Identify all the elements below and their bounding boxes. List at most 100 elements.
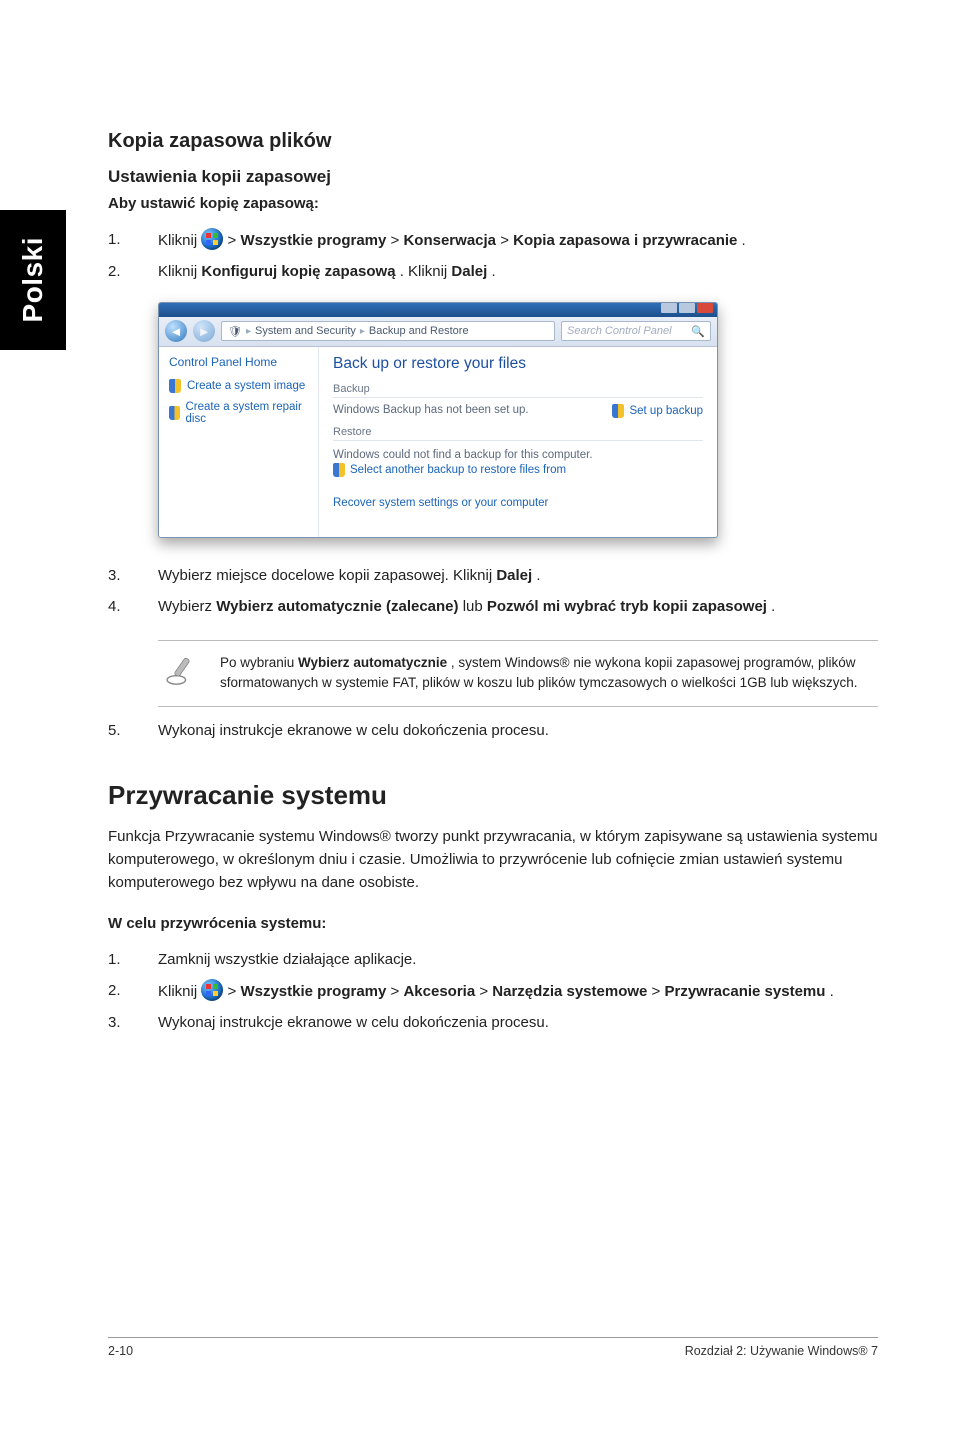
bold: Wszystkie programy: [240, 983, 386, 1000]
breadcrumb-item: Backup and Restore: [369, 325, 469, 337]
step-number: 2.: [108, 979, 158, 1003]
page-footer: 2-10 Rozdział 2: Używanie Windows® 7: [108, 1337, 878, 1358]
step-number: 1.: [108, 228, 158, 252]
heading-backup-settings: Ustawienia kopii zapasowej: [108, 167, 878, 187]
link-label: Create a system repair disc: [186, 401, 309, 425]
select-another-backup-link[interactable]: Select another backup to restore files f…: [333, 463, 703, 477]
group-label-backup: Backup: [333, 383, 703, 395]
text: Kliknij: [158, 983, 201, 1000]
sidebar-link-create-repair-disc[interactable]: Create a system repair disc: [169, 401, 308, 425]
backup-group: Windows Backup has not been set up. Set …: [333, 397, 703, 420]
breadcrumb[interactable]: 🛡 ▸ System and Security ▸ Backup and Res…: [221, 321, 555, 341]
language-label: Polski: [17, 237, 49, 322]
start-orb-icon: [201, 228, 223, 250]
text: >: [391, 232, 404, 249]
step-body: Wybierz Wybierz automatycznie (zalecane)…: [158, 595, 878, 618]
step-number: 4.: [108, 595, 158, 618]
shield-icon: [169, 379, 181, 393]
bold: Kopia zapasowa i przywracanie: [513, 232, 737, 249]
text: lub: [463, 598, 487, 615]
text: .: [830, 983, 834, 1000]
step-number: 3.: [108, 1011, 158, 1034]
steps-restore: 1. Zamknij wszystkie działające aplikacj…: [108, 948, 878, 1035]
window-sidebar: Control Panel Home Create a system image…: [159, 347, 319, 537]
search-input[interactable]: Search Control Panel 🔍: [561, 321, 711, 341]
main-title: Back up or restore your files: [333, 355, 703, 373]
note-text: Po wybraniu Wybierz automatycznie , syst…: [220, 653, 874, 694]
lead-set-backup: Aby ustawić kopię zapasową:: [108, 195, 878, 212]
step-body: Kliknij Konfiguruj kopię zapasową . Klik…: [158, 260, 878, 283]
maximize-button[interactable]: [679, 303, 695, 313]
shield-icon: [612, 404, 624, 418]
steps-set-backup-end: 5. Wykonaj instrukcje ekranowe w celu do…: [108, 719, 878, 742]
step-body: Wybierz miejsce docelowe kopii zapasowej…: [158, 564, 878, 587]
group-label-restore: Restore: [333, 426, 703, 438]
chevron-right-icon: ▸: [246, 326, 251, 337]
window-main: Back up or restore your files Backup Win…: [319, 347, 717, 537]
text: >: [652, 983, 665, 1000]
minimize-button[interactable]: [661, 303, 677, 313]
bold: Przywracanie systemu: [664, 983, 825, 1000]
link-label: Set up backup: [629, 405, 703, 417]
backup-status-text: Windows Backup has not been set up.: [333, 404, 529, 416]
chevron-right-icon: ▸: [360, 326, 365, 337]
window-address-bar: ◄ ► 🛡 ▸ System and Security ▸ Backup and…: [159, 317, 717, 347]
shield-icon: [169, 406, 180, 420]
bold: Dalej: [496, 567, 532, 584]
bold: Konserwacja: [403, 232, 496, 249]
bold: Akcesoria: [403, 983, 475, 1000]
window-body: Control Panel Home Create a system image…: [159, 347, 717, 537]
note-box: Po wybraniu Wybierz automatycznie , syst…: [158, 640, 878, 707]
language-tab: Polski: [0, 210, 66, 350]
text: >: [391, 983, 404, 1000]
step-body: Wykonaj instrukcje ekranowe w celu dokoń…: [158, 1011, 878, 1034]
heading-backup-files: Kopia zapasowa plików: [108, 130, 878, 153]
note-icon: [162, 653, 202, 694]
bold: Wybierz automatycznie: [298, 655, 447, 670]
setup-backup-link[interactable]: Set up backup: [612, 404, 703, 418]
window-controls: [661, 303, 713, 313]
lead-restore: W celu przywrócenia systemu:: [108, 915, 878, 932]
heading-system-restore: Przywracanie systemu: [108, 780, 878, 811]
text: Wybierz miejsce docelowe kopii zapasowej…: [158, 567, 496, 584]
step-number: 1.: [108, 948, 158, 971]
restore-paragraph: Funkcja Przywracanie systemu Windows® tw…: [108, 825, 878, 895]
start-orb-icon: [201, 979, 223, 1001]
text: Po wybraniu: [220, 655, 298, 670]
breadcrumb-icon: 🛡: [228, 325, 242, 338]
text: >: [228, 983, 241, 1000]
step-body: Wykonaj instrukcje ekranowe w celu dokoń…: [158, 719, 878, 742]
text: .: [536, 567, 540, 584]
text: .: [742, 232, 746, 249]
window-titlebar: [159, 303, 717, 317]
restore-group: Windows could not find a backup for this…: [333, 440, 703, 485]
step-body: Zamknij wszystkie działające aplikacje.: [158, 948, 878, 971]
text: .: [491, 263, 495, 280]
shield-icon: [333, 463, 345, 477]
restore-status-text: Windows could not find a backup for this…: [333, 449, 703, 461]
text: .: [771, 598, 775, 615]
steps-set-backup: 1. Kliknij > Wszystkie programy > Konser…: [108, 228, 878, 284]
close-button[interactable]: [697, 303, 713, 313]
step-number: 2.: [108, 260, 158, 283]
text: . Kliknij: [400, 263, 452, 280]
recover-system-link[interactable]: Recover system settings or your computer: [333, 497, 703, 509]
bold: Wybierz automatycznie (zalecane): [216, 598, 458, 615]
text: >: [228, 232, 241, 249]
bold: Pozwól mi wybrać tryb kopii zapasowej: [487, 598, 767, 615]
search-placeholder: Search Control Panel: [567, 325, 672, 337]
bold: Wszystkie programy: [240, 232, 386, 249]
text: >: [479, 983, 492, 1000]
nav-forward-button[interactable]: ►: [193, 320, 215, 342]
step-body: Kliknij > Wszystkie programy > Konserwac…: [158, 228, 878, 252]
text: Kliknij: [158, 232, 201, 249]
page-number: 2-10: [108, 1344, 133, 1358]
sidebar-home-link[interactable]: Control Panel Home: [169, 355, 308, 369]
bold: Konfiguruj kopię zapasową: [201, 263, 395, 280]
pencil-icon: [165, 653, 199, 687]
search-icon: 🔍: [691, 325, 705, 338]
chapter-label: Rozdział 2: Używanie Windows® 7: [685, 1344, 878, 1358]
step-body: Kliknij > Wszystkie programy > Akcesoria…: [158, 979, 878, 1003]
sidebar-link-create-image[interactable]: Create a system image: [169, 379, 308, 393]
nav-back-button[interactable]: ◄: [165, 320, 187, 342]
